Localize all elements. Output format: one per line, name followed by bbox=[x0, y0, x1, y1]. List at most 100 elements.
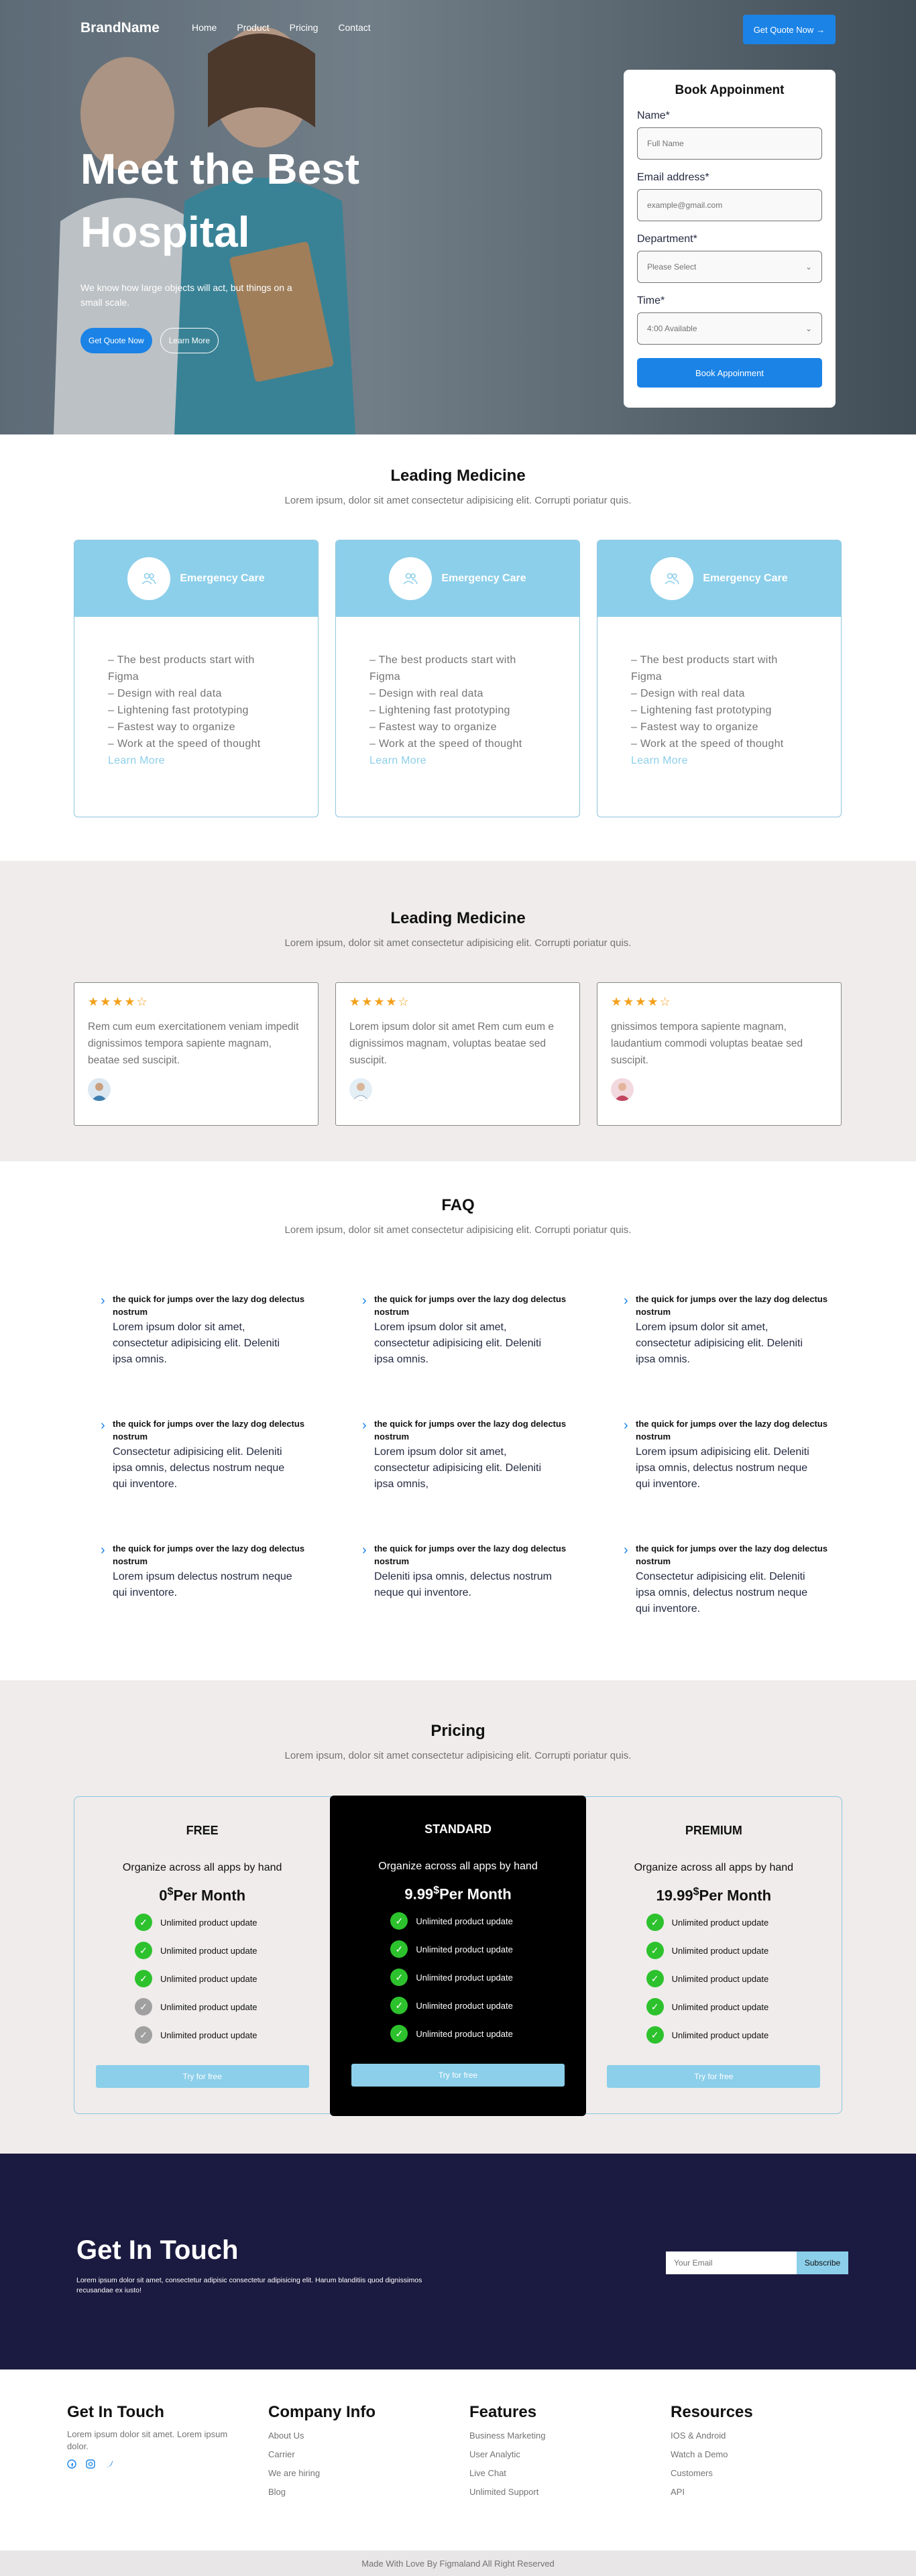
faq-item[interactable]: › the quick for jumps over the lazy dog d… bbox=[624, 1417, 838, 1542]
section-subtitle: Lorem ipsum, dolor sit amet consectetur … bbox=[284, 1750, 632, 1761]
facebook-icon[interactable] bbox=[67, 2459, 78, 2470]
section-subtitle: Lorem ipsum, dolor sit amet consectetur … bbox=[284, 495, 632, 506]
price-period: Per Month bbox=[699, 1887, 772, 1904]
newsletter-email-input[interactable]: Your Email bbox=[666, 2251, 797, 2274]
footer-link[interactable]: IOS & Android bbox=[671, 2431, 753, 2441]
faq-item[interactable]: › the quick for jumps over the lazy dog d… bbox=[362, 1293, 624, 1417]
feature-item: ✓ Unlimited product update bbox=[390, 1991, 531, 2019]
footer-link[interactable]: We are hiring bbox=[268, 2468, 376, 2478]
email-label: Email address* bbox=[637, 172, 709, 183]
pricing-plan: FREE Organize across all apps by hand 0$Pe… bbox=[74, 1797, 330, 2113]
name-input[interactable]: Full Name bbox=[637, 127, 822, 160]
price-amount: 19.99 bbox=[656, 1887, 693, 1904]
feature-label: Unlimited product update bbox=[671, 1917, 769, 1928]
department-select[interactable]: Please Select ⌄ bbox=[637, 251, 822, 283]
price-currency: $ bbox=[433, 1885, 440, 1896]
faq-grid: › the quick for jumps over the lazy dog d… bbox=[101, 1293, 838, 1667]
testimonial-card: ★★★★☆ Lorem ipsum dolor sit amet Rem cum… bbox=[335, 982, 580, 1126]
learn-more-link[interactable]: Learn More bbox=[369, 752, 546, 769]
faq-answer: Consectetur adipisicing elit. Deleniti i… bbox=[113, 1446, 285, 1490]
footer-col-features: Features Business Marketing User Analyti… bbox=[469, 2403, 545, 2497]
brand-logo[interactable]: BrandName bbox=[80, 20, 160, 36]
footer-link[interactable]: Unlimited Support bbox=[469, 2487, 545, 2497]
footer-link[interactable]: Carrier bbox=[268, 2449, 376, 2459]
card-body: – The best products start with Figma – D… bbox=[597, 617, 841, 769]
chevron-right-icon: › bbox=[362, 1543, 367, 1558]
testimonial-card: ★★★★☆ Rem cum eum exercitationem veniam … bbox=[74, 982, 319, 1126]
footer-link[interactable]: User Analytic bbox=[469, 2449, 545, 2459]
star-rating: ★★★★☆ bbox=[88, 995, 149, 1008]
time-select[interactable]: 4:00 Available ⌄ bbox=[637, 312, 822, 345]
subscribe-button[interactable]: Subscribe bbox=[797, 2251, 848, 2274]
footer-link[interactable]: Customers bbox=[671, 2468, 753, 2478]
footer: Get In Touch Lorem ipsum dolor sit amet.… bbox=[0, 2369, 916, 2551]
faq-answer: Lorem ipsum adipisicing elit. Deleniti i… bbox=[636, 1446, 809, 1490]
price-currency: $ bbox=[693, 1886, 699, 1897]
footer-col-contact: Get In Touch Lorem ipsum dolor sit amet.… bbox=[67, 2403, 248, 2470]
nav-link-contact[interactable]: Contact bbox=[338, 22, 370, 33]
nav-link-home[interactable]: Home bbox=[192, 22, 217, 33]
faq-item[interactable]: › the quick for jumps over the lazy dog d… bbox=[362, 1417, 624, 1542]
footer-link[interactable]: Business Marketing bbox=[469, 2431, 545, 2441]
plan-name: PREMIUM bbox=[685, 1824, 742, 1837]
star-rating: ★★★★☆ bbox=[611, 995, 672, 1008]
faq-answer: Deleniti ipsa omnis, delectus nostrum ne… bbox=[374, 1571, 553, 1598]
plan-price: 19.99$Per Month bbox=[586, 1886, 842, 1904]
email-input[interactable]: example@gmail.com bbox=[637, 189, 822, 221]
check-icon: ✓ bbox=[646, 1998, 664, 2016]
feature-item: ✓ Unlimited product update bbox=[646, 1908, 787, 1936]
price-amount: 0 bbox=[159, 1887, 168, 1904]
book-appointment-button[interactable]: Book Appoinment bbox=[637, 358, 822, 388]
footer-link[interactable]: Blog bbox=[268, 2487, 376, 2497]
footer-link[interactable]: Live Chat bbox=[469, 2468, 545, 2478]
footer-col-title: Get In Touch bbox=[67, 2403, 164, 2421]
nav-link-product[interactable]: Product bbox=[237, 22, 269, 33]
card-line: – Design with real data bbox=[631, 688, 745, 699]
feature-label: Unlimited product update bbox=[416, 1944, 513, 1954]
check-icon: ✓ bbox=[390, 1997, 408, 2015]
feature-label: Unlimited product update bbox=[160, 1917, 257, 1928]
faq-item[interactable]: › the quick for jumps over the lazy dog d… bbox=[101, 1293, 362, 1417]
learn-more-link[interactable]: Learn More bbox=[631, 752, 807, 769]
card-line: – Lightening fast prototyping bbox=[369, 705, 510, 716]
card-header: Emergency Care bbox=[74, 540, 318, 617]
check-icon: ✓ bbox=[646, 2026, 664, 2044]
nav-links: Home Product Pricing Contact bbox=[192, 22, 371, 33]
faq-item[interactable]: › the quick for jumps over the lazy dog d… bbox=[362, 1542, 624, 1667]
footer-link[interactable]: About Us bbox=[268, 2431, 376, 2441]
chevron-right-icon: › bbox=[101, 1293, 105, 1308]
footer-link[interactable]: API bbox=[671, 2487, 753, 2497]
learn-more-button[interactable]: Learn More bbox=[160, 328, 219, 353]
faq-question: the quick for jumps over the lazy dog de… bbox=[374, 1294, 567, 1317]
feature-item: ✓ Unlimited product update bbox=[390, 2019, 531, 2048]
learn-more-link[interactable]: Learn More bbox=[108, 752, 284, 769]
instagram-icon[interactable] bbox=[86, 2459, 97, 2470]
feature-item: ✓ Unlimited product update bbox=[646, 1965, 787, 1993]
twitter-icon[interactable] bbox=[105, 2459, 115, 2470]
card-line: – The best products start with Figma bbox=[108, 654, 255, 683]
faq-item[interactable]: › the quick for jumps over the lazy dog d… bbox=[624, 1293, 838, 1417]
faq-answer: Lorem ipsum dolor sit amet, consectetur … bbox=[374, 1322, 542, 1365]
faq-answer: Lorem ipsum dolor sit amet, consectetur … bbox=[374, 1446, 542, 1490]
faq-item[interactable]: › the quick for jumps over the lazy dog d… bbox=[101, 1542, 362, 1667]
footer-link[interactable]: Watch a Demo bbox=[671, 2449, 753, 2459]
faq-item[interactable]: › the quick for jumps over the lazy dog d… bbox=[624, 1542, 838, 1667]
feature-label: Unlimited product update bbox=[671, 2001, 769, 2012]
feature-label: Unlimited product update bbox=[160, 1945, 257, 1956]
nav-link-pricing[interactable]: Pricing bbox=[290, 22, 319, 33]
pricing-table: FREE Organize across all apps by hand 0$Pe… bbox=[74, 1796, 842, 2116]
card-line: – Fastest way to organize bbox=[369, 721, 497, 733]
plan-price: 9.99$Per Month bbox=[330, 1885, 585, 1903]
check-icon: ✓ bbox=[135, 1970, 152, 1988]
card-line: – Design with real data bbox=[108, 688, 222, 699]
avatar bbox=[88, 1078, 111, 1101]
check-icon: ✓ bbox=[135, 1998, 152, 2016]
faq-item[interactable]: › the quick for jumps over the lazy dog d… bbox=[101, 1417, 362, 1542]
try-for-free-button[interactable]: Try for free bbox=[351, 2064, 565, 2087]
try-for-free-button[interactable]: Try for free bbox=[607, 2065, 821, 2089]
pricing-plan: PREMIUM Organize across all apps by hand 1… bbox=[586, 1797, 842, 2113]
try-for-free-button[interactable]: Try for free bbox=[95, 2065, 309, 2089]
get-quote-nav-button[interactable]: Get Quote Now → bbox=[743, 15, 836, 44]
card-line: – Work at the speed of thought bbox=[631, 738, 784, 750]
get-quote-button[interactable]: Get Quote Now bbox=[80, 328, 152, 353]
